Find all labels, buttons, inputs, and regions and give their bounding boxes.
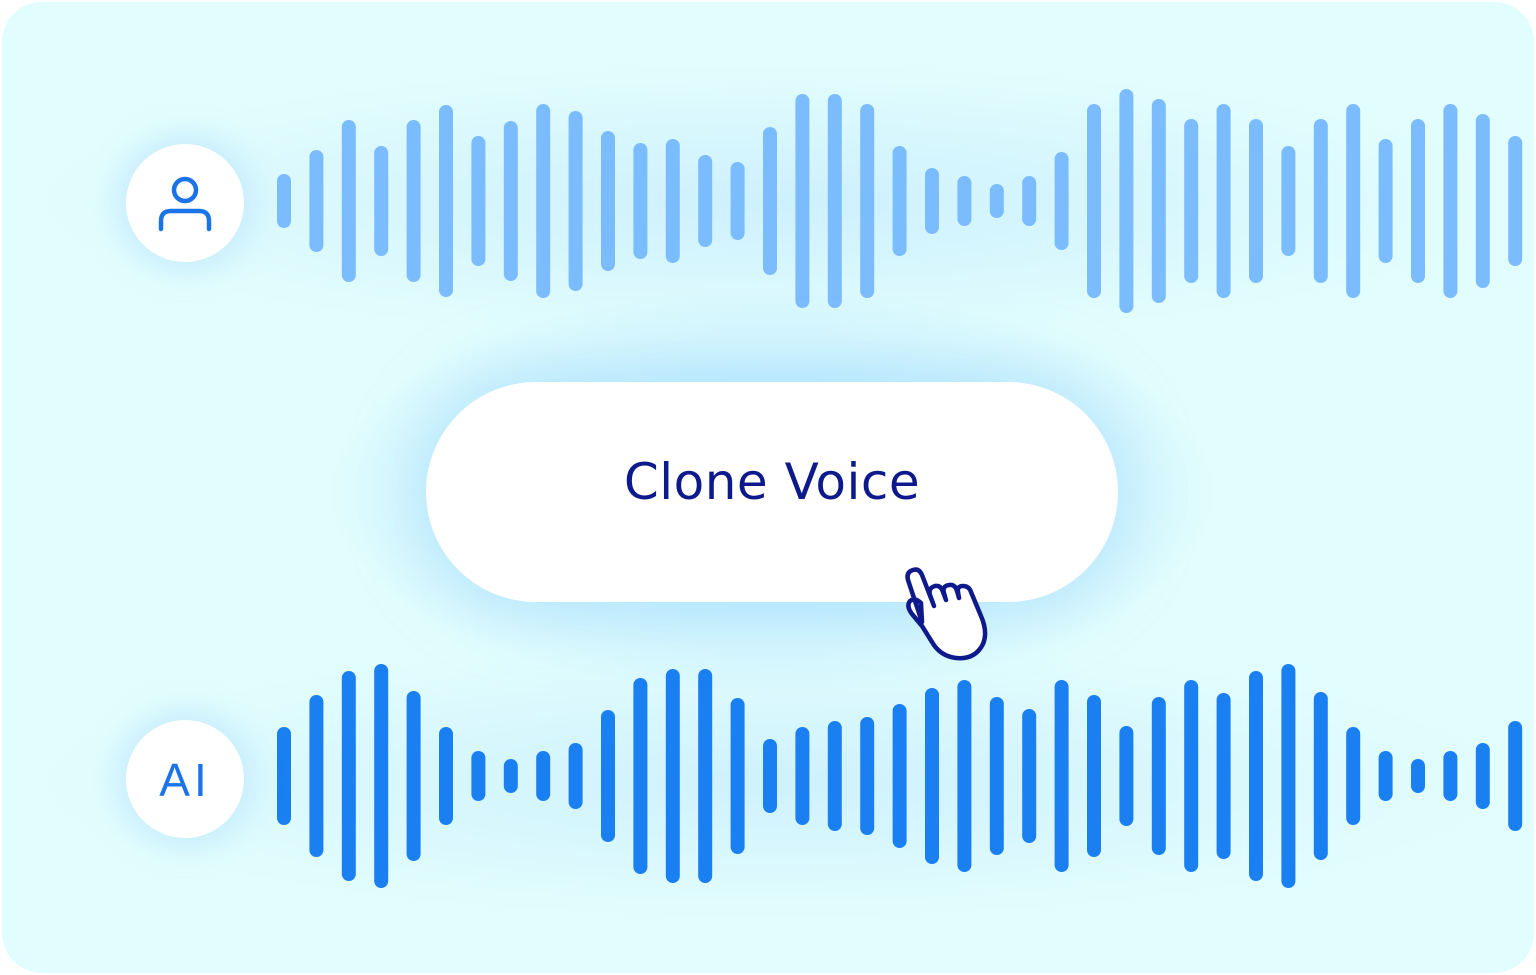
user-icon [158,176,212,232]
hand-pointer-icon [905,567,988,661]
clone-voice-button[interactable]: Clone Voice [426,382,1118,602]
ai-avatar: AI [126,720,244,838]
voice-clone-card: AI Clone Voice [2,2,1534,973]
ai-avatar-label: AI [159,754,211,806]
user-avatar [126,144,244,262]
clone-voice-button-label: Clone Voice [623,453,921,511]
